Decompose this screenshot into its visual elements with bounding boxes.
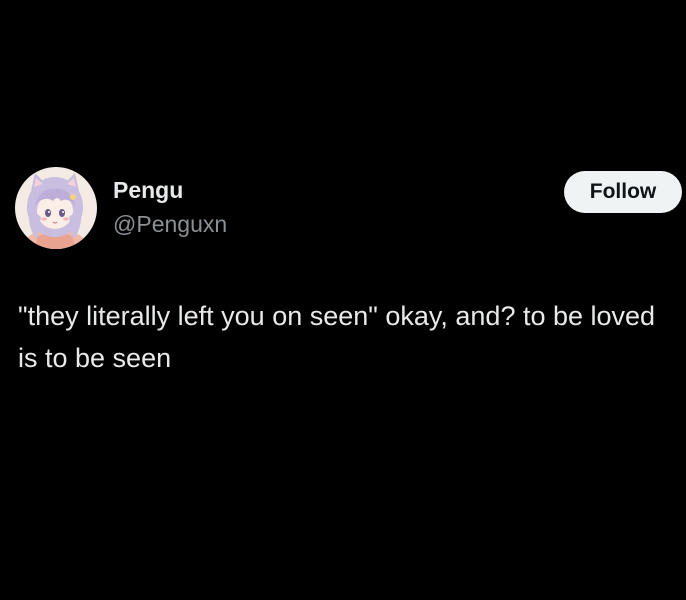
avatar[interactable]: [15, 167, 97, 249]
author-handle[interactable]: @Penguxn: [113, 211, 227, 238]
post-card: Pengu @Penguxn Follow "they literally le…: [0, 0, 686, 600]
follow-button[interactable]: Follow: [564, 171, 682, 213]
post-text: "they literally left you on seen" okay, …: [18, 301, 656, 373]
author-display-name[interactable]: Pengu: [113, 177, 183, 204]
anime-girl-avatar-icon: [15, 167, 97, 249]
